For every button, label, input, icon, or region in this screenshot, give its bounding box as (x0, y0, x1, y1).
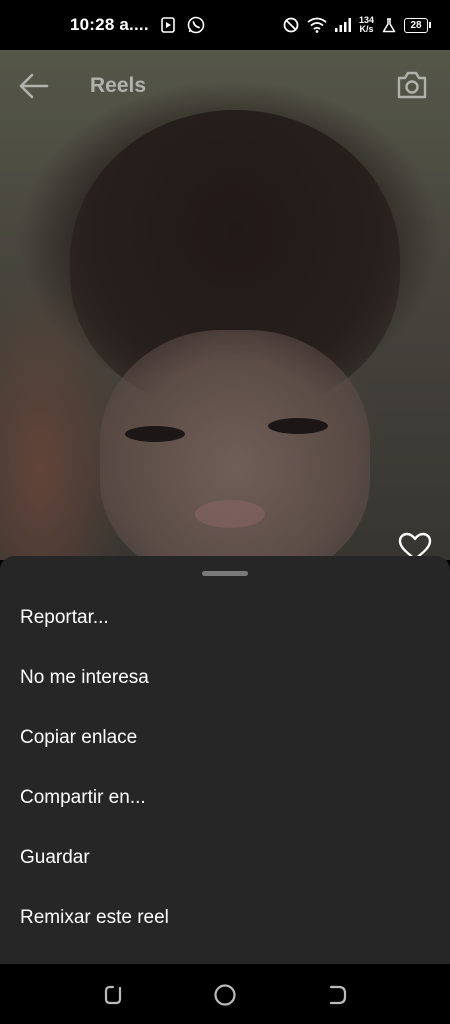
do-not-disturb-icon (283, 17, 299, 33)
reel-video[interactable] (0, 50, 450, 560)
whatsapp-icon (187, 16, 205, 34)
menu-item-save[interactable]: Guardar (0, 828, 450, 888)
menu-item-remix[interactable]: Remixar este reel (0, 888, 450, 948)
recent-apps-icon (104, 985, 122, 1005)
signal-icon (334, 18, 351, 32)
home-icon (214, 984, 236, 1006)
reels-header: Reels (0, 50, 450, 120)
system-nav-bar (0, 964, 450, 1024)
home-button[interactable] (212, 982, 238, 1008)
recent-apps-button[interactable] (100, 982, 126, 1008)
status-bar: 10:28 a.... 134 K/s 28 (0, 0, 450, 50)
lab-icon (382, 17, 396, 33)
arrow-left-icon (19, 73, 49, 99)
menu-item-report[interactable]: Reportar... (0, 588, 450, 648)
back-button[interactable] (18, 72, 50, 100)
options-menu: Reportar... No me interesa Copiar enlace… (0, 588, 450, 948)
menu-item-copy-link[interactable]: Copiar enlace (0, 708, 450, 768)
menu-item-share[interactable]: Compartir en... (0, 768, 450, 828)
status-time: 10:28 a.... (70, 15, 149, 34)
options-sheet: Reportar... No me interesa Copiar enlace… (0, 556, 450, 964)
camera-icon (397, 71, 427, 99)
wifi-icon (307, 17, 327, 33)
menu-item-not-interested[interactable]: No me interesa (0, 648, 450, 708)
page-title: Reels (90, 74, 147, 97)
sheet-drag-handle[interactable] (202, 571, 248, 576)
battery-icon: 28 (404, 17, 431, 33)
network-speed: 134 K/s (359, 16, 374, 34)
camera-button[interactable] (396, 70, 428, 100)
back-nav-button[interactable] (325, 982, 351, 1008)
media-play-icon (160, 17, 175, 33)
net-speed-unit: K/s (359, 24, 374, 34)
battery-level: 28 (410, 19, 422, 31)
back-icon (329, 985, 347, 1005)
